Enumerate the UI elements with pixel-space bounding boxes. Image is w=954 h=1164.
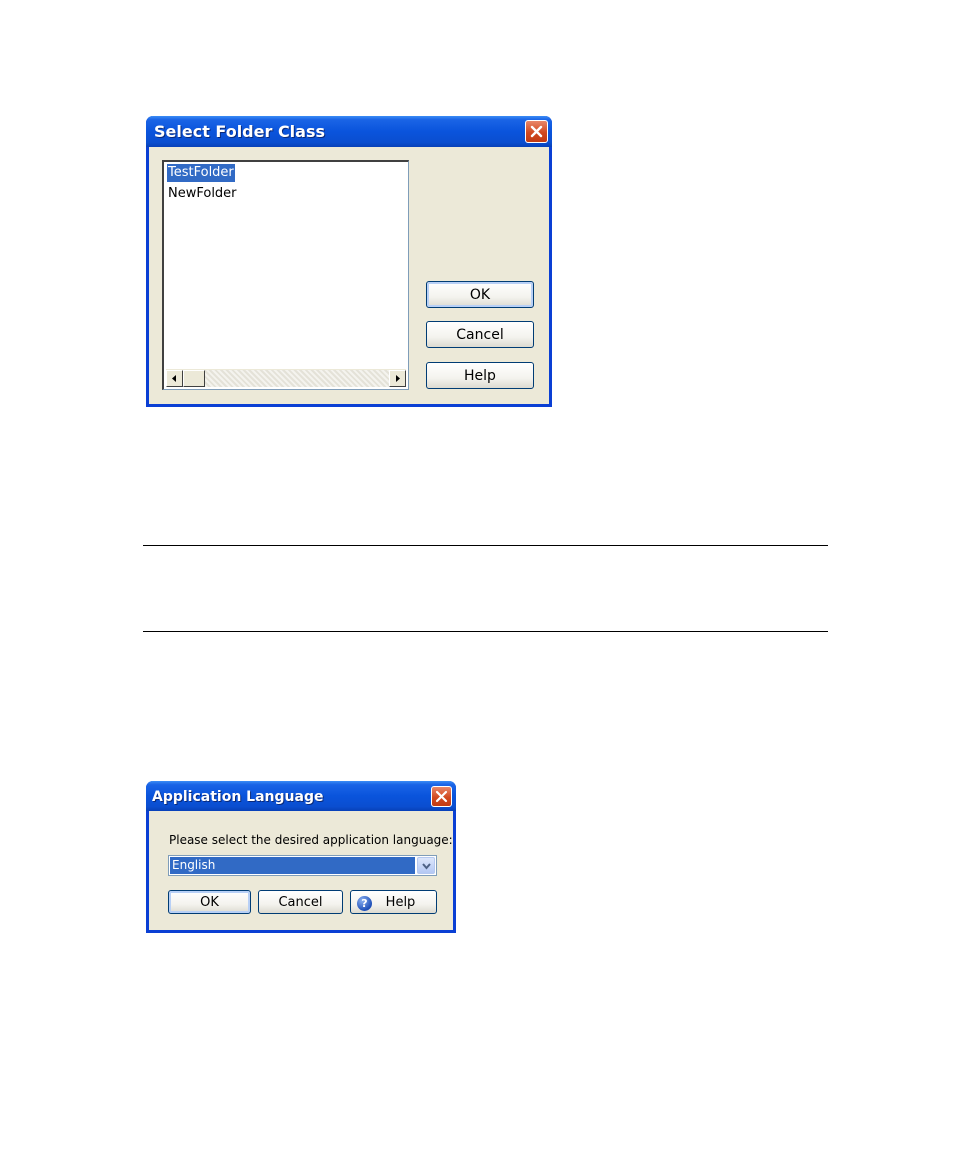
dialog-title: Application Language: [152, 789, 324, 805]
chevron-down-icon: [422, 863, 431, 870]
application-language-dialog: Application Language Please select the d…: [146, 781, 456, 933]
help-button-label: Help: [385, 894, 416, 910]
arrow-right-icon: [396, 375, 400, 382]
scroll-left-button[interactable]: [166, 370, 183, 387]
close-button[interactable]: [525, 120, 548, 143]
help-button[interactable]: ? Help: [350, 890, 437, 914]
select-folder-class-dialog: Select Folder Class TestFolder NewFolder…: [146, 116, 552, 407]
arrow-left-icon: [172, 375, 176, 382]
help-button[interactable]: Help: [426, 362, 534, 389]
folder-class-listbox[interactable]: TestFolder NewFolder: [162, 160, 409, 390]
close-button[interactable]: [431, 786, 452, 807]
close-icon: [435, 790, 448, 803]
dialog-titlebar[interactable]: Application Language: [146, 781, 456, 811]
close-icon: [530, 125, 543, 138]
dialog-title: Select Folder Class: [154, 122, 326, 141]
language-prompt: Please select the desired application la…: [169, 833, 453, 847]
help-icon: ?: [357, 896, 372, 911]
divider-line: [143, 631, 828, 632]
ok-button[interactable]: OK: [168, 890, 251, 914]
selected-language: English: [170, 857, 415, 874]
cancel-button[interactable]: Cancel: [426, 321, 534, 348]
ok-button[interactable]: OK: [426, 281, 534, 308]
language-dropdown[interactable]: English: [168, 855, 437, 876]
dropdown-button[interactable]: [417, 857, 435, 874]
list-item[interactable]: NewFolder: [167, 185, 238, 203]
cancel-button[interactable]: Cancel: [258, 890, 343, 914]
divider-line: [143, 545, 828, 546]
scroll-thumb[interactable]: [183, 370, 205, 387]
scroll-right-button[interactable]: [389, 370, 406, 387]
list-item[interactable]: TestFolder: [167, 164, 235, 182]
dialog-titlebar[interactable]: Select Folder Class: [146, 116, 552, 147]
horizontal-scrollbar[interactable]: [166, 369, 406, 387]
